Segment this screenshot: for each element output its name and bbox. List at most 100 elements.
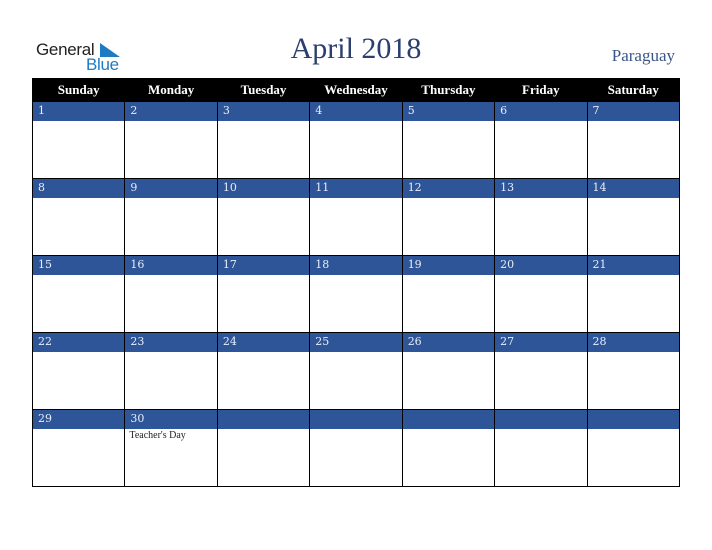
day-cell[interactable]: 25 — [309, 332, 403, 410]
day-number: 29 — [33, 410, 125, 429]
weekday-thursday: Thursday — [401, 78, 496, 102]
day-event — [33, 275, 124, 276]
day-cell[interactable]: 1 — [31, 101, 126, 179]
day-number: 25 — [310, 333, 402, 352]
day-event — [218, 121, 309, 122]
day-number: 19 — [402, 256, 495, 275]
day-cell[interactable]: 26 — [401, 332, 496, 410]
day-cell[interactable]: 30 Teacher's Day — [124, 409, 218, 487]
day-cell[interactable]: 4 — [309, 101, 403, 179]
day-number: 3 — [217, 102, 310, 121]
day-cell[interactable]: 6 — [494, 101, 588, 179]
day-cell[interactable] — [216, 409, 311, 487]
day-event — [218, 198, 309, 199]
day-event — [403, 121, 494, 122]
day-event — [310, 121, 401, 122]
day-event — [495, 198, 586, 199]
day-cell[interactable]: 22 — [31, 332, 126, 410]
day-event — [33, 121, 124, 122]
day-number — [495, 410, 587, 429]
day-cell[interactable]: 19 — [401, 255, 496, 333]
day-cell[interactable]: 23 — [124, 332, 218, 410]
day-event — [495, 429, 586, 430]
day-event — [495, 121, 586, 122]
day-number: 18 — [310, 256, 402, 275]
day-cell[interactable]: 24 — [216, 332, 311, 410]
day-number: 22 — [33, 333, 125, 352]
day-event — [495, 275, 586, 276]
day-cell[interactable] — [586, 409, 681, 487]
day-number: 9 — [125, 179, 217, 198]
day-event — [403, 429, 494, 430]
day-number: 15 — [33, 256, 125, 275]
day-number: 13 — [495, 179, 587, 198]
weekday-tuesday: Tuesday — [216, 78, 311, 102]
day-event — [310, 429, 401, 430]
day-cell[interactable] — [309, 409, 403, 487]
weekday-friday: Friday — [494, 78, 588, 102]
day-cell[interactable]: 20 — [494, 255, 588, 333]
day-cell[interactable]: 3 — [216, 101, 311, 179]
day-cell[interactable]: 17 — [216, 255, 311, 333]
day-event — [403, 198, 494, 199]
day-number — [217, 410, 310, 429]
day-event — [218, 352, 309, 353]
calendar-title: April 2018 — [290, 32, 422, 65]
day-event — [588, 275, 679, 276]
day-number: 20 — [495, 256, 587, 275]
day-number: 23 — [125, 333, 217, 352]
day-event — [33, 352, 124, 353]
day-cell[interactable]: 9 — [124, 178, 218, 256]
day-cell[interactable]: 27 — [494, 332, 588, 410]
day-event — [495, 352, 586, 353]
day-number: 10 — [217, 179, 310, 198]
day-event — [218, 429, 309, 430]
day-number: 1 — [33, 102, 125, 121]
weekday-saturday: Saturday — [586, 78, 681, 102]
day-number — [310, 410, 402, 429]
day-number: 24 — [217, 333, 310, 352]
day-cell[interactable]: 8 — [31, 178, 126, 256]
day-number: 26 — [402, 333, 495, 352]
day-event — [125, 352, 216, 353]
day-cell[interactable]: 15 — [31, 255, 126, 333]
day-cell[interactable] — [401, 409, 496, 487]
day-cell[interactable] — [494, 409, 588, 487]
day-number: 16 — [125, 256, 217, 275]
day-event — [33, 198, 124, 199]
day-cell[interactable]: 11 — [309, 178, 403, 256]
day-cell[interactable]: 2 — [124, 101, 218, 179]
day-event — [310, 275, 401, 276]
day-number: 5 — [402, 102, 495, 121]
day-cell[interactable]: 7 — [586, 101, 681, 179]
calendar-grid: Sunday Monday Tuesday Wednesday Thursday… — [31, 78, 681, 487]
day-cell[interactable]: 13 — [494, 178, 588, 256]
day-cell[interactable]: 16 — [124, 255, 218, 333]
day-event — [125, 198, 216, 199]
day-cell[interactable]: 5 — [401, 101, 496, 179]
day-event — [33, 429, 124, 430]
week-row: 22 23 24 25 26 27 28 — [31, 332, 681, 410]
day-event — [310, 198, 401, 199]
day-number: 12 — [402, 179, 495, 198]
day-cell[interactable]: 14 — [586, 178, 681, 256]
weekday-monday: Monday — [124, 78, 218, 102]
day-number: 14 — [587, 179, 679, 198]
day-cell[interactable]: 29 — [31, 409, 126, 487]
day-cell[interactable]: 28 — [586, 332, 681, 410]
day-number: 28 — [587, 333, 679, 352]
day-cell[interactable]: 12 — [401, 178, 496, 256]
day-number: 8 — [33, 179, 125, 198]
day-event — [588, 198, 679, 199]
week-row: 8 9 10 11 12 13 14 — [31, 178, 681, 256]
day-cell[interactable]: 18 — [309, 255, 403, 333]
day-event — [403, 275, 494, 276]
day-event — [125, 275, 216, 276]
day-number — [402, 410, 495, 429]
day-event — [310, 352, 401, 353]
day-cell[interactable]: 21 — [586, 255, 681, 333]
day-event: Teacher's Day — [129, 430, 186, 441]
day-cell[interactable]: 10 — [216, 178, 311, 256]
day-number: 27 — [495, 333, 587, 352]
day-number: 11 — [310, 179, 402, 198]
